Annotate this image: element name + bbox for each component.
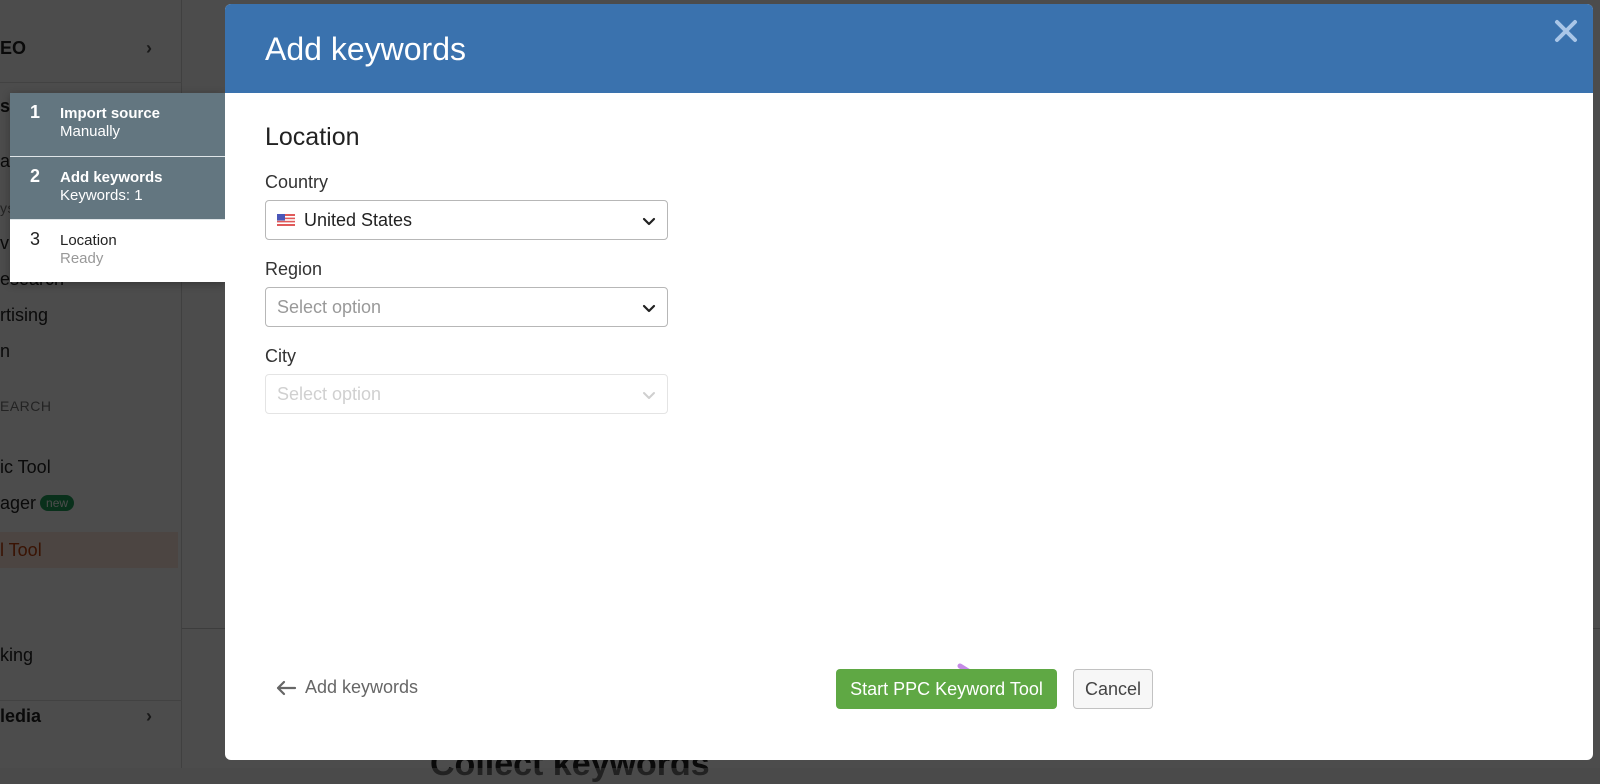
back-link-label: Add keywords (305, 677, 418, 698)
step-number: 1 (30, 102, 40, 123)
close-button[interactable] (1549, 14, 1583, 48)
close-icon (1549, 14, 1583, 48)
country-label: Country (265, 172, 328, 193)
modal-header: Add keywords (225, 4, 1593, 93)
country-value: United States (304, 210, 412, 231)
section-title-location: Location (265, 123, 360, 152)
step-subtitle: Ready (60, 250, 103, 267)
step-title: Add keywords (60, 169, 163, 186)
city-label: City (265, 346, 296, 367)
back-to-add-keywords-link[interactable]: Add keywords (275, 677, 418, 698)
step-add-keywords[interactable]: 2 Add keywords Keywords: 1 (10, 156, 225, 219)
chevron-down-icon (641, 300, 657, 316)
chevron-down-icon (641, 213, 657, 229)
modal-title: Add keywords (265, 31, 466, 68)
region-placeholder: Select option (277, 297, 381, 318)
chevron-down-icon (641, 387, 657, 403)
start-ppc-keyword-tool-button[interactable]: Start PPC Keyword Tool (836, 669, 1057, 709)
step-number: 2 (30, 166, 40, 187)
cancel-button[interactable]: Cancel (1073, 669, 1153, 709)
region-select[interactable]: Select option (265, 287, 668, 327)
step-title: Import source (60, 105, 160, 122)
us-flag-icon (277, 214, 295, 226)
step-import-source[interactable]: 1 Import source Manually (10, 93, 225, 156)
country-select[interactable]: United States (265, 200, 668, 240)
step-title: Location (60, 232, 117, 249)
step-location[interactable]: 3 Location Ready (10, 219, 225, 282)
arrow-left-icon (275, 679, 297, 697)
city-placeholder: Select option (277, 384, 381, 405)
step-number: 3 (30, 229, 40, 250)
city-select[interactable]: Select option (265, 374, 668, 414)
wizard-steps: 1 Import source Manually 2 Add keywords … (10, 93, 225, 282)
step-subtitle: Manually (60, 123, 120, 140)
step-subtitle: Keywords: 1 (60, 187, 143, 204)
add-keywords-modal: Add keywords Location Country United Sta… (225, 4, 1593, 760)
region-label: Region (265, 259, 322, 280)
